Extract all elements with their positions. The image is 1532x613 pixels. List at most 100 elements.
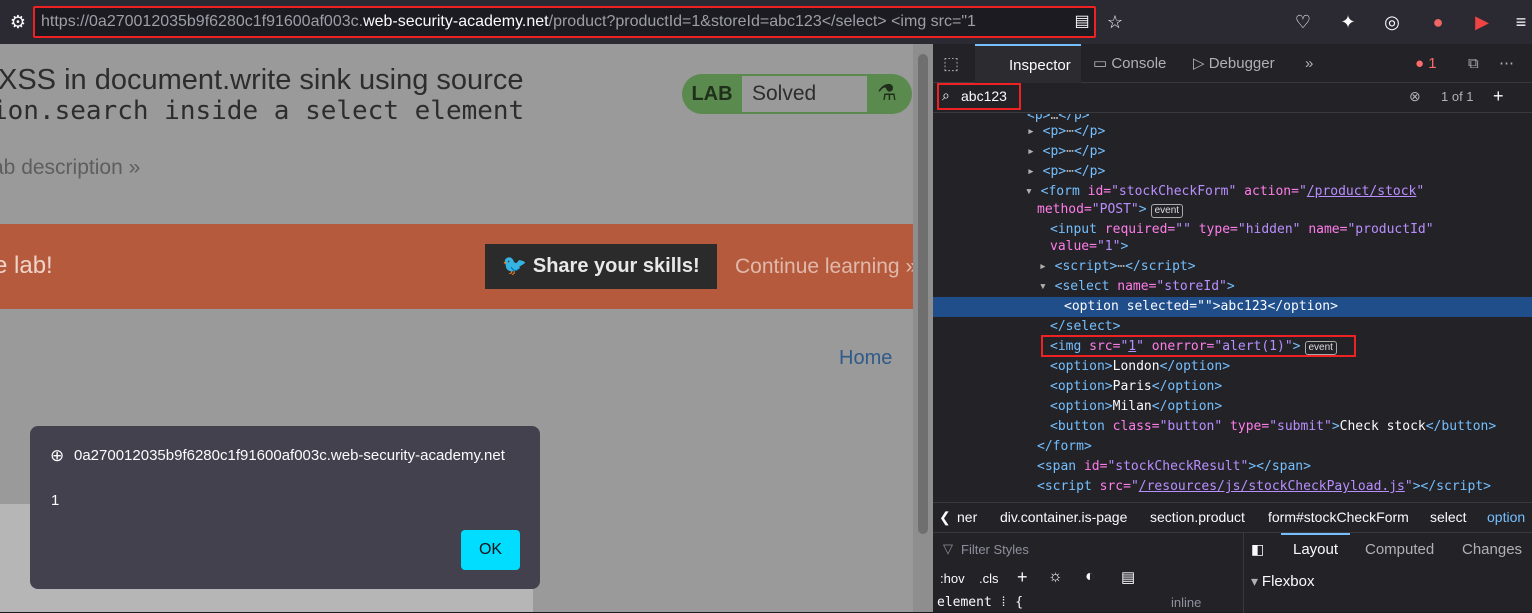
- menu-icon[interactable]: ≡: [1509, 10, 1532, 34]
- more-tabs-icon[interactable]: »: [1305, 44, 1313, 83]
- tab-debugger[interactable]: ▷ Debugger: [1193, 44, 1275, 83]
- site-info-icon[interactable]: ⚙: [6, 10, 30, 34]
- tab-changes[interactable]: Changes: [1462, 541, 1522, 558]
- breadcrumb: ❮ ner div.container.is-page section.prod…: [933, 502, 1532, 530]
- dock-icon[interactable]: ⧉: [1468, 44, 1479, 83]
- home-link[interactable]: Home: [839, 347, 892, 370]
- markup-line[interactable]: <script src="/resources/js/stockCheckPay…: [1037, 477, 1532, 497]
- browser-toolbar: ⚙ https://0a270012035b9f6280c1f91600af00…: [0, 0, 1532, 44]
- tab-inspector[interactable]: Inspector: [975, 44, 1081, 83]
- url-text[interactable]: https://0a270012035b9f6280c1f91600af003c…: [41, 13, 1071, 31]
- debugger-icon: ▷: [1193, 55, 1209, 72]
- error-count[interactable]: ● 1: [1415, 44, 1437, 83]
- devtools-tabs: ⬚ Inspector ▭ Console ▷ Debugger » ● 1 ⧉…: [933, 44, 1532, 83]
- breadcrumb-item[interactable]: form#stockCheckForm: [1268, 503, 1409, 530]
- cookie-icon[interactable]: ◎: [1380, 10, 1404, 34]
- markup-view[interactable]: <p>…</p> ▸ <p>⋯</p> ▸ <p>⋯</p> ▸ <p>⋯</p…: [933, 114, 1532, 499]
- addon-icon[interactable]: ●: [1426, 10, 1450, 34]
- breadcrumb-item[interactable]: div.container.is-page: [1000, 503, 1127, 530]
- layout-pane: ◧ Layout Computed Changes ▾ Flexbox: [1245, 533, 1532, 613]
- sidebar-toggle-icon[interactable]: ◧: [1251, 541, 1264, 558]
- devtools-menu-icon[interactable]: ⋯: [1499, 44, 1514, 83]
- twitter-icon: 🐦: [502, 255, 533, 277]
- search-result-count: 1 of 1: [1441, 89, 1474, 104]
- error-icon: ●: [1415, 55, 1429, 72]
- cls-toggle[interactable]: .cls: [979, 571, 999, 586]
- markup-search-input[interactable]: ⌕ abc123: [937, 83, 1021, 110]
- markup-line[interactable]: <button class="button" type="submit">Che…: [1050, 417, 1532, 437]
- highlight-box: [1041, 335, 1356, 357]
- dark-theme-icon[interactable]: ◐: [1085, 568, 1095, 586]
- tab-layout[interactable]: Layout: [1281, 533, 1351, 563]
- breadcrumb-item[interactable]: option: [1487, 503, 1525, 530]
- markup-line[interactable]: ▸ <p>⋯</p>: [1027, 122, 1532, 142]
- markup-line[interactable]: <option>Milan</option>: [1050, 397, 1532, 417]
- flask-icon: ⚗: [877, 80, 897, 105]
- markup-line[interactable]: value="1">: [1050, 237, 1532, 257]
- markup-line[interactable]: </form>: [1037, 437, 1532, 457]
- selected-markup-line[interactable]: <option selected="">abc123</option>: [933, 297, 1532, 317]
- lab-status-badge: LAB Solved ⚗: [682, 74, 912, 114]
- share-skills-button[interactable]: 🐦 Share your skills!: [485, 244, 717, 289]
- dialog-message: 1: [51, 492, 60, 509]
- url-prefix: https://0a270012035b9f6280c1f91600af003c…: [41, 13, 364, 30]
- markup-line[interactable]: <option>Paris</option>: [1050, 377, 1532, 397]
- lab-status: Solved: [742, 76, 867, 112]
- url-suffix: /product?productId=1&storeId=abc123</sel…: [548, 13, 976, 30]
- markup-line[interactable]: <span id="stockCheckResult"></span>: [1037, 457, 1532, 477]
- markup-line[interactable]: ▸ <p>⋯</p>: [1027, 142, 1532, 162]
- rules-pane: ▽ Filter Styles :hov .cls + ☼ ◐ ▤ elemen…: [933, 533, 1244, 613]
- element-rule: element ⁞ {: [937, 595, 1024, 610]
- tab-console[interactable]: ▭ Console: [1093, 44, 1166, 83]
- continue-learning-link[interactable]: Continue learning »: [735, 255, 913, 279]
- url-domain: web-security-academy.net: [363, 13, 549, 30]
- add-node-icon[interactable]: +: [1493, 86, 1504, 107]
- light-theme-icon[interactable]: ☼: [1048, 568, 1063, 586]
- breadcrumb-item[interactable]: select: [1430, 503, 1467, 530]
- alert-dialog: ⊕ 0a270012035b9f6280c1f91600af003c.web-s…: [30, 426, 540, 589]
- lab-label: LAB: [691, 83, 733, 105]
- markup-line[interactable]: ▾ <form id="stockCheckForm" action="/pro…: [1025, 182, 1532, 202]
- extensions-icon[interactable]: ✦: [1336, 10, 1360, 34]
- lab-description-link[interactable]: ab description »: [0, 156, 140, 180]
- search-icon: ⌕: [942, 87, 950, 103]
- markup-line[interactable]: ▸ <script>⋯</script>: [1039, 257, 1532, 277]
- console-icon: ▭: [1093, 55, 1112, 72]
- filter-icon: ▽: [943, 541, 953, 556]
- chevron-left-icon[interactable]: ❮: [939, 503, 951, 530]
- filter-styles-input[interactable]: Filter Styles: [961, 542, 1029, 557]
- tab-computed[interactable]: Computed: [1365, 541, 1434, 558]
- globe-icon: ⊕: [50, 446, 65, 465]
- flexbox-section[interactable]: ▾ Flexbox: [1251, 573, 1314, 590]
- search-value: abc123: [961, 88, 1007, 104]
- inline-label: inline: [1171, 595, 1202, 610]
- page-title-line2: ion.search inside a select element: [0, 96, 525, 126]
- print-icon[interactable]: ▤: [1121, 568, 1135, 586]
- page-scrollbar[interactable]: [913, 44, 933, 612]
- dialog-host: 0a270012035b9f6280c1f91600af003c.web-sec…: [74, 447, 505, 464]
- markup-line[interactable]: ▸ <p>⋯</p>: [1027, 162, 1532, 182]
- clear-search-icon[interactable]: ⊗: [1409, 88, 1421, 105]
- record-icon[interactable]: ▶: [1470, 10, 1494, 34]
- markup-line[interactable]: </select>: [1050, 317, 1532, 337]
- chevron-right-icon: »: [128, 156, 141, 179]
- breadcrumb-item[interactable]: ner: [957, 503, 977, 530]
- markup-line[interactable]: ▾ <select name="storeId">: [1039, 277, 1532, 297]
- element-picker-icon[interactable]: ⬚: [943, 44, 967, 83]
- markup-search-row: ⌕ abc123 ⊗ 1 of 1 +: [933, 83, 1532, 113]
- devtools-panel: ⬚ Inspector ▭ Console ▷ Debugger » ● 1 ⧉…: [933, 44, 1532, 613]
- address-bar[interactable]: https://0a270012035b9f6280c1f91600af003c…: [33, 6, 1096, 38]
- banner-text: e lab!: [0, 252, 53, 279]
- hov-toggle[interactable]: :hov: [940, 571, 965, 586]
- reader-view-icon[interactable]: ▤: [1070, 10, 1094, 34]
- add-rule-icon[interactable]: +: [1017, 567, 1028, 588]
- markup-line[interactable]: method="POST"> event: [1037, 200, 1532, 220]
- scrollbar-thumb[interactable]: [918, 54, 928, 534]
- pocket-icon[interactable]: ♡: [1291, 10, 1315, 34]
- chevron-right-icon: »: [905, 255, 913, 278]
- markup-line[interactable]: <option>London</option>: [1050, 357, 1532, 377]
- ok-button[interactable]: OK: [461, 530, 520, 570]
- breadcrumb-item[interactable]: section.product: [1150, 503, 1245, 530]
- bookmark-star-icon[interactable]: ☆: [1103, 10, 1127, 34]
- bottom-panel: ▽ Filter Styles :hov .cls + ☼ ◐ ▤ elemen…: [933, 532, 1532, 613]
